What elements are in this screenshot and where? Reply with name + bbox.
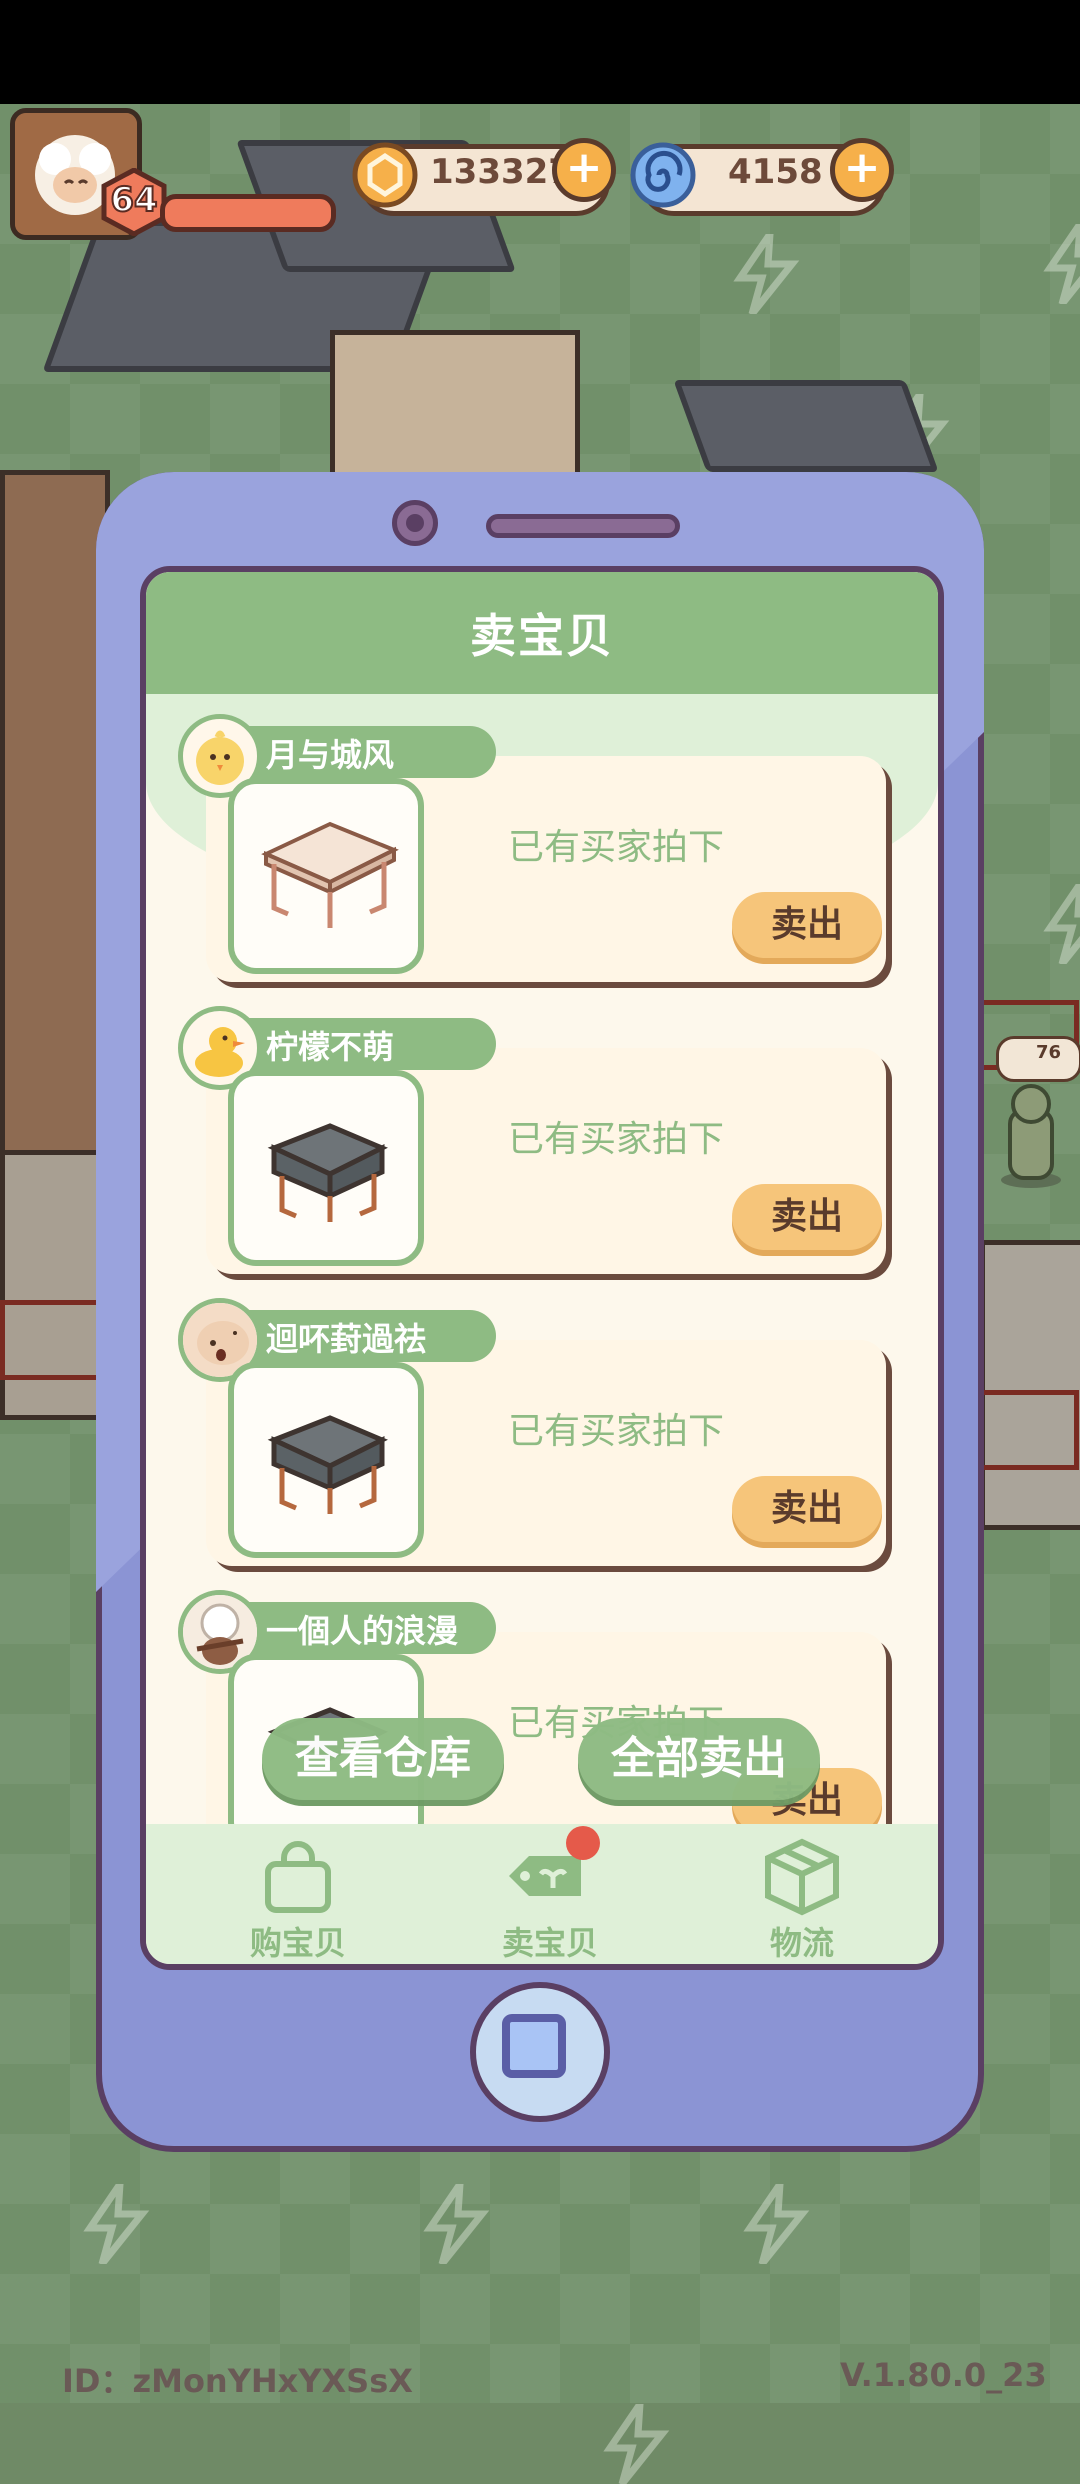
listing-status: 已有买家拍下 <box>507 1411 724 1452</box>
sell-panel-screen: 卖宝贝 月与城风 已有买家拍下 卖出 柠檬不萌 已有买家拍下 卖出 迴吥葑過祛 … <box>140 566 944 1970</box>
house-wall <box>0 470 110 1160</box>
sell-button[interactable]: 卖出 <box>732 1184 882 1250</box>
tab-sell-label: 卖宝贝 <box>501 1924 598 1962</box>
lightning-watermark-icon <box>423 2184 490 2264</box>
listing-status: 已有买家拍下 <box>507 1119 724 1160</box>
railing <box>984 1390 1079 1470</box>
panel-title: 卖宝贝 <box>470 609 614 663</box>
version-label: V.1.80.0_23 <box>840 2356 1047 2394</box>
gray-stool-icon <box>267 1415 388 1514</box>
seller-name: 月与城风 <box>266 736 395 774</box>
coin-icon <box>352 142 418 208</box>
lightning-watermark-icon <box>733 234 800 314</box>
tab-buy-label: 购宝贝 <box>249 1924 346 1962</box>
statue-npc-icon[interactable] <box>996 1080 1066 1190</box>
package-box-icon <box>765 1838 839 1916</box>
add-coins-button[interactable]: + <box>552 138 616 202</box>
white-table-icon <box>261 821 399 928</box>
item-thumbnail <box>228 1362 424 1558</box>
seller-name: 柠檬不萌 <box>266 1028 395 1066</box>
item-thumbnail <box>228 1070 424 1266</box>
shopping-bag-icon <box>265 1841 331 1913</box>
tab-sell[interactable]: 卖宝贝 <box>440 1824 660 1964</box>
lightning-watermark-icon <box>603 2404 670 2484</box>
sell-button[interactable]: 卖出 <box>732 892 882 958</box>
phone-camera-lens <box>406 514 424 532</box>
seller-name: 一個人的浪漫 <box>266 1612 459 1650</box>
lightning-watermark-icon <box>83 2184 150 2264</box>
listing-status: 已有买家拍下 <box>507 827 724 868</box>
gem-value: 4158 <box>728 152 823 192</box>
lightning-watermark-icon <box>1043 884 1080 964</box>
sell-all-button[interactable]: 全部卖出 <box>578 1718 820 1800</box>
house-roof <box>673 380 939 472</box>
view-warehouse-button[interactable]: 查看仓库 <box>262 1718 504 1800</box>
status-bar <box>0 0 1080 104</box>
panel-header: 卖宝贝 <box>146 572 938 694</box>
player-level: 64 <box>109 179 158 221</box>
railing <box>0 1300 101 1380</box>
sell-listing-list[interactable]: 月与城风 已有买家拍下 卖出 柠檬不萌 已有买家拍下 卖出 迴吥葑過祛 已有买家… <box>146 712 938 1828</box>
xp-progress-bar <box>160 194 336 232</box>
item-thumbnail <box>228 778 424 974</box>
lightning-watermark-icon <box>743 2184 810 2264</box>
coin-value: 133327 <box>430 152 572 192</box>
home-square-icon <box>502 2014 566 2078</box>
house-floor <box>980 1240 1080 1530</box>
sell-button[interactable]: 卖出 <box>732 1476 882 1542</box>
tab-logistics[interactable]: 物流 <box>692 1824 912 1964</box>
swirl-gem-icon <box>630 142 696 208</box>
list-item: 柠檬不萌 已有买家拍下 卖出 <box>178 1006 896 1278</box>
seller-name: 迴吥葑過祛 <box>266 1320 427 1358</box>
phone-speaker <box>486 514 680 538</box>
add-gems-button[interactable]: + <box>830 138 894 202</box>
list-item: 迴吥葑過祛 已有买家拍下 卖出 <box>178 1298 896 1570</box>
panel-bottom-nav: 购宝贝 卖宝贝 物流 <box>146 1824 938 1964</box>
tab-buy[interactable]: 购宝贝 <box>188 1824 408 1964</box>
lightning-watermark-icon <box>1043 224 1080 304</box>
tab-logistics-label: 物流 <box>769 1924 834 1962</box>
list-item: 月与城风 已有买家拍下 卖出 <box>178 714 896 986</box>
gray-stool-icon <box>267 1123 388 1222</box>
npc-bubble-count: 76 <box>1036 1042 1062 1063</box>
notification-dot-icon <box>566 1826 600 1860</box>
player-id: ID：zMonYHxYXSsX <box>62 2362 413 2400</box>
